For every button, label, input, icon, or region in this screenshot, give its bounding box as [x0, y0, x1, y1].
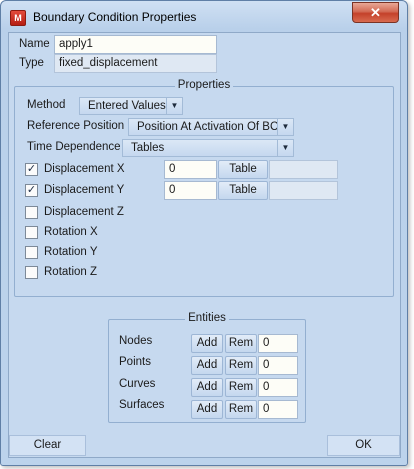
displacement-y-table-button[interactable]: Table: [218, 181, 268, 200]
points-add-button[interactable]: Add: [191, 356, 223, 375]
method-select-value: Entered Values: [88, 100, 166, 112]
rotation-y-label: Rotation Y: [44, 246, 98, 258]
rotation-y-checkbox[interactable]: [25, 246, 38, 259]
displacement-x-table-field: [269, 160, 338, 179]
dialog-window: M Boundary Condition Properties ✕ Name a…: [0, 0, 408, 466]
close-button[interactable]: ✕: [352, 2, 399, 23]
points-rem-button[interactable]: Rem: [225, 356, 257, 375]
nodes-label: Nodes: [119, 335, 153, 347]
reference-position-value: Position At Activation Of BC: [137, 121, 279, 133]
chevron-down-icon[interactable]: ▼: [277, 140, 293, 156]
name-field[interactable]: apply1: [54, 35, 217, 54]
displacement-z-checkbox[interactable]: [25, 206, 38, 219]
app-logo-icon: M: [10, 10, 26, 26]
rotation-x-checkbox[interactable]: [25, 226, 38, 239]
surfaces-label: Surfaces: [119, 399, 165, 411]
curves-count-field[interactable]: 0: [258, 378, 298, 397]
nodes-rem-button[interactable]: Rem: [225, 334, 257, 353]
displacement-y-table-field: [269, 181, 338, 200]
name-label: Name: [19, 38, 50, 50]
chevron-down-icon[interactable]: ▼: [277, 119, 293, 135]
properties-group-title: Properties: [174, 79, 234, 91]
displacement-y-label: Displacement Y: [44, 184, 125, 196]
ok-button[interactable]: OK: [327, 435, 400, 456]
clear-button[interactable]: Clear: [9, 435, 86, 456]
dialog-body: Name apply1 Type fixed_displacement Prop…: [8, 32, 401, 458]
reference-position-label: Reference Position: [27, 120, 125, 132]
nodes-count-field[interactable]: 0: [258, 334, 298, 353]
curves-label: Curves: [119, 378, 156, 390]
surfaces-rem-button[interactable]: Rem: [225, 400, 257, 419]
displacement-y-value[interactable]: 0: [164, 181, 217, 200]
reference-position-select[interactable]: Position At Activation Of BC ▼: [128, 118, 294, 136]
properties-group: Properties Method Entered Values ▼ Refer…: [14, 79, 394, 297]
rotation-x-label: Rotation X: [44, 226, 98, 238]
surfaces-count-field[interactable]: 0: [258, 400, 298, 419]
type-field: fixed_displacement: [54, 54, 217, 73]
type-label: Type: [19, 57, 44, 69]
displacement-x-table-button[interactable]: Table: [218, 160, 268, 179]
entities-group: Entities Nodes Add Rem 0 Points Add Rem …: [108, 312, 306, 423]
chevron-down-icon[interactable]: ▼: [166, 98, 182, 114]
nodes-add-button[interactable]: Add: [191, 334, 223, 353]
surfaces-add-button[interactable]: Add: [191, 400, 223, 419]
displacement-x-value[interactable]: 0: [164, 160, 217, 179]
points-count-field[interactable]: 0: [258, 356, 298, 375]
points-label: Points: [119, 356, 151, 368]
time-dependence-select[interactable]: Tables ▼: [122, 139, 294, 157]
window-title: Boundary Condition Properties: [33, 10, 197, 24]
method-label: Method: [27, 99, 66, 111]
rotation-z-label: Rotation Z: [44, 266, 98, 278]
method-select[interactable]: Entered Values ▼: [79, 97, 183, 115]
displacement-z-label: Displacement Z: [44, 206, 124, 218]
displacement-x-checkbox[interactable]: ✓: [25, 163, 38, 176]
time-dependence-label: Time Dependence: [27, 141, 121, 153]
entities-group-title: Entities: [185, 312, 229, 324]
curves-add-button[interactable]: Add: [191, 378, 223, 397]
title-bar[interactable]: M Boundary Condition Properties ✕: [1, 1, 407, 32]
displacement-x-label: Displacement X: [44, 163, 125, 175]
rotation-z-checkbox[interactable]: [25, 266, 38, 279]
time-dependence-value: Tables: [131, 142, 165, 154]
displacement-y-checkbox[interactable]: ✓: [25, 184, 38, 197]
curves-rem-button[interactable]: Rem: [225, 378, 257, 397]
